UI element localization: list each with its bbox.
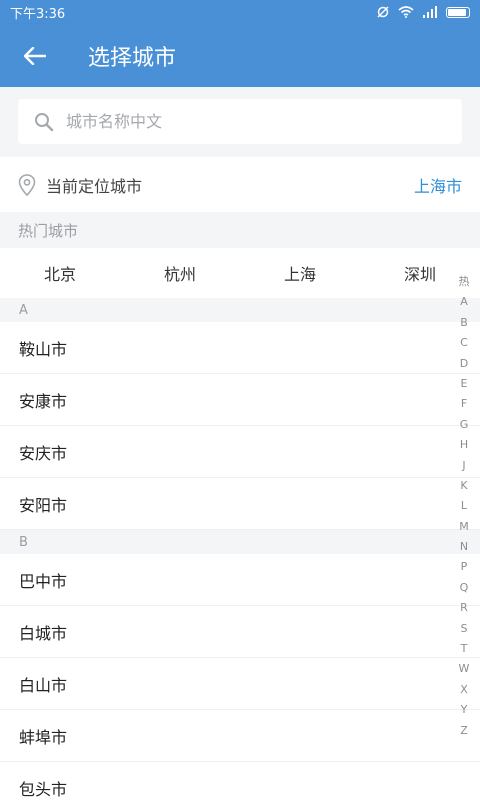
city-item[interactable]: 白城市 <box>0 606 480 658</box>
hot-city[interactable]: 杭州 <box>120 261 240 285</box>
city-item[interactable]: 巴中市 <box>0 554 480 606</box>
battery-icon <box>446 6 470 18</box>
status-icons <box>376 5 470 19</box>
city-item[interactable]: 白山市 <box>0 658 480 710</box>
index-letter[interactable]: D <box>460 354 468 374</box>
location-label: 当前定位城市 <box>46 176 143 196</box>
city-item[interactable]: 安康市 <box>0 374 480 426</box>
hot-city[interactable]: 北京 <box>0 261 120 285</box>
location-city[interactable]: 上海市 <box>414 173 462 197</box>
city-item[interactable]: 蚌埠市 <box>0 710 480 762</box>
index-letter[interactable]: A <box>460 292 468 312</box>
search-section <box>0 87 480 157</box>
index-letter[interactable]: N <box>460 537 468 557</box>
search-box[interactable] <box>18 99 462 144</box>
index-letter[interactable]: Y <box>461 700 468 720</box>
index-letter[interactable]: H <box>460 435 468 455</box>
city-item[interactable]: 包头市 <box>0 762 480 800</box>
page-title: 选择城市 <box>88 45 177 71</box>
section-header-b: B <box>0 530 480 554</box>
wifi-icon <box>398 6 414 18</box>
back-arrow-icon <box>24 46 46 65</box>
index-letter[interactable]: J <box>462 456 465 476</box>
app-bar: 选择城市 <box>0 24 480 87</box>
index-letter[interactable]: 热 <box>459 272 470 292</box>
index-letter[interactable]: Z <box>460 721 468 741</box>
alphabet-index-bar[interactable]: 热 A B C D E F G H J K L M N P Q R S T W … <box>452 272 476 741</box>
city-item[interactable]: 鞍山市 <box>0 322 480 374</box>
hot-cities-header: 热门城市 <box>0 212 480 248</box>
section-header-a: A <box>0 298 480 322</box>
index-letter[interactable]: X <box>460 680 468 700</box>
index-letter[interactable]: C <box>460 333 468 353</box>
hot-city[interactable]: 上海 <box>240 261 360 285</box>
index-letter[interactable]: M <box>459 517 469 537</box>
search-icon <box>35 112 54 131</box>
current-location-row[interactable]: 当前定位城市 上海市 <box>0 157 480 212</box>
index-letter[interactable]: L <box>461 496 467 516</box>
status-time: 下午3:36 <box>10 6 66 22</box>
sync-icon <box>377 6 389 18</box>
hot-cities-row: 北京 杭州 上海 深圳 <box>0 248 480 298</box>
index-letter[interactable]: Q <box>460 578 469 598</box>
index-letter[interactable]: T <box>461 639 468 659</box>
index-letter[interactable]: G <box>460 415 469 435</box>
index-letter[interactable]: B <box>460 313 468 333</box>
search-input[interactable] <box>66 112 426 131</box>
index-letter[interactable]: F <box>461 394 467 414</box>
location-pin-icon <box>18 173 36 196</box>
index-letter[interactable]: P <box>461 557 468 577</box>
index-letter[interactable]: W <box>459 659 470 679</box>
city-item[interactable]: 安阳市 <box>0 478 480 530</box>
signal-icon <box>423 6 437 18</box>
city-item[interactable]: 安庆市 <box>0 426 480 478</box>
index-letter[interactable]: S <box>461 619 468 639</box>
status-bar: 下午3:36 <box>0 0 480 24</box>
index-letter[interactable]: R <box>460 598 468 618</box>
index-letter[interactable]: E <box>461 374 468 394</box>
index-letter[interactable]: K <box>460 476 467 496</box>
back-button[interactable] <box>0 24 70 87</box>
